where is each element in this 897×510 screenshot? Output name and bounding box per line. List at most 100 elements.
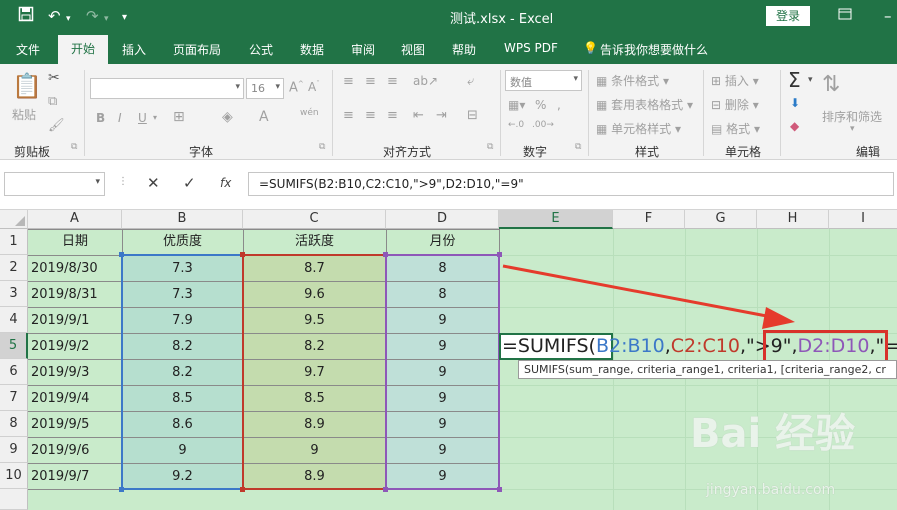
underline-dropdown-icon[interactable]: ▾	[153, 113, 157, 122]
column-header-h[interactable]: H	[757, 210, 829, 229]
cell-date[interactable]: 2019/9/4	[31, 386, 89, 411]
tab-review[interactable]: 审阅	[351, 41, 375, 58]
decrease-indent-icon[interactable]: ⇤	[413, 108, 424, 123]
tab-wps-pdf[interactable]: WPS PDF	[504, 41, 558, 55]
name-box[interactable]: ▾	[4, 172, 105, 196]
percent-icon[interactable]: %	[535, 98, 546, 112]
column-header-a[interactable]: A	[28, 210, 122, 229]
align-center-icon[interactable]: ≡	[365, 108, 376, 123]
row-header[interactable]: 3	[0, 281, 28, 307]
format-painter-icon[interactable]: 🖌	[48, 118, 65, 133]
header-date[interactable]: 日期	[28, 229, 122, 254]
enter-icon[interactable]: ✓	[183, 174, 196, 192]
tell-me-search[interactable]: 告诉我你想要做什么	[600, 41, 708, 58]
row-header-selected[interactable]: 5	[0, 333, 28, 359]
align-left-icon[interactable]: ≡	[343, 108, 354, 123]
column-header-b[interactable]: B	[122, 210, 243, 229]
cell-date[interactable]: 2019/9/6	[31, 438, 89, 463]
number-launcher-icon[interactable]: ⧉	[575, 142, 581, 152]
login-button[interactable]: 登录	[766, 6, 810, 26]
paste-icon[interactable]: 📋	[12, 72, 42, 100]
autosum-dropdown-icon[interactable]: ▾	[808, 75, 813, 85]
italic-icon[interactable]: I	[118, 111, 122, 125]
formula-input[interactable]: =SUMIFS(B2:B10,C2:C10,">9",D2:D10,"=9"	[248, 172, 894, 196]
borders-icon[interactable]: ⊞	[173, 109, 185, 125]
align-top-icon[interactable]: ≡	[343, 74, 354, 89]
row-header[interactable]: 10	[0, 463, 28, 489]
cell-styles-button[interactable]: ▦ 单元格样式 ▾	[596, 120, 681, 137]
insert-cells-button[interactable]: ⊞ 插入 ▾	[711, 72, 759, 89]
row-header[interactable]: 6	[0, 359, 28, 385]
range-handle[interactable]	[383, 252, 388, 257]
underline-icon[interactable]: U	[138, 111, 147, 125]
header-month[interactable]: 月份	[386, 229, 499, 254]
number-format-combo[interactable]: 数值 ▾	[505, 70, 582, 91]
conditional-format-button[interactable]: ▦ 条件格式 ▾	[596, 72, 669, 89]
column-header-e[interactable]: E	[499, 210, 613, 229]
undo-dropdown-icon[interactable]: ▾	[66, 9, 71, 29]
save-icon[interactable]	[18, 6, 34, 27]
align-launcher-icon[interactable]: ⧉	[487, 142, 493, 152]
range-handle[interactable]	[497, 487, 502, 492]
align-bottom-icon[interactable]: ≡	[387, 74, 398, 89]
delete-cells-button[interactable]: ⊟ 删除 ▾	[711, 96, 759, 113]
row-header[interactable]: 9	[0, 437, 28, 463]
redo-icon[interactable]: ↷	[86, 6, 99, 26]
tab-formulas[interactable]: 公式	[249, 41, 273, 58]
ribbon-display-options-icon[interactable]	[838, 6, 852, 26]
wrap-text-icon[interactable]: ⤶	[467, 74, 474, 89]
cut-icon[interactable]: ✂	[48, 70, 60, 86]
header-activity[interactable]: 活跃度	[243, 229, 386, 254]
cell-date[interactable]: 2019/9/5	[31, 412, 89, 437]
tab-page-layout[interactable]: 页面布局	[173, 41, 221, 58]
cell-date[interactable]: 2019/9/7	[31, 464, 89, 489]
tab-insert[interactable]: 插入	[122, 41, 146, 58]
font-color-icon[interactable]: A	[259, 109, 269, 125]
range-handle[interactable]	[497, 252, 502, 257]
clipboard-launcher-icon[interactable]: ⧉	[71, 142, 77, 152]
column-header-g[interactable]: G	[685, 210, 757, 229]
tab-help[interactable]: 帮助	[452, 41, 476, 58]
tab-data[interactable]: 数据	[300, 41, 324, 58]
range-handle[interactable]	[240, 252, 245, 257]
cell-date[interactable]: 2019/9/1	[31, 308, 89, 333]
insert-function-icon[interactable]: fx	[220, 176, 231, 190]
align-middle-icon[interactable]: ≡	[365, 74, 376, 89]
font-grow-icon[interactable]: A^	[289, 80, 304, 95]
paste-label[interactable]: 粘贴	[12, 106, 36, 123]
bold-icon[interactable]: B	[96, 111, 105, 125]
decrease-decimal-icon[interactable]: .00→	[532, 120, 554, 130]
tab-file[interactable]: 文件	[16, 41, 40, 58]
format-cells-button[interactable]: ▤ 格式 ▾	[711, 120, 760, 137]
fill-color-icon[interactable]: ◈	[222, 109, 233, 125]
cancel-icon[interactable]: ✕	[147, 174, 160, 192]
font-name-combo[interactable]: ▾	[90, 78, 244, 99]
font-launcher-icon[interactable]: ⧉	[319, 142, 325, 152]
range-handle[interactable]	[119, 487, 124, 492]
cell-date[interactable]: 2019/8/30	[31, 256, 98, 281]
redo-dropdown-icon[interactable]: ▾	[104, 9, 109, 29]
copy-icon[interactable]: ⧉	[48, 94, 57, 109]
row-header[interactable]: 4	[0, 307, 28, 333]
minimize-icon[interactable]: –	[884, 6, 892, 26]
row-header[interactable]: 1	[0, 229, 28, 255]
currency-icon[interactable]: ▦▾	[508, 98, 525, 112]
merge-center-icon[interactable]: ⊟	[467, 108, 478, 123]
customize-qat-icon[interactable]: ▾	[122, 8, 127, 28]
row-header[interactable]: 7	[0, 385, 28, 411]
increase-decimal-icon[interactable]: ←.0	[508, 120, 524, 130]
cell-date[interactable]: 2019/8/31	[31, 282, 98, 307]
header-quality[interactable]: 优质度	[122, 229, 243, 254]
font-size-combo[interactable]: 16 ▾	[246, 78, 284, 99]
format-as-table-button[interactable]: ▦ 套用表格格式 ▾	[596, 96, 693, 113]
clear-icon[interactable]: ◆	[790, 119, 799, 133]
cell-date[interactable]: 2019/9/3	[31, 360, 89, 385]
autosum-icon[interactable]: Σ	[788, 68, 801, 92]
range-handle[interactable]	[119, 252, 124, 257]
row-header[interactable]: 8	[0, 411, 28, 437]
sort-filter-dropdown-icon[interactable]: ▾	[850, 124, 855, 134]
name-box-dropdown-icon[interactable]: ▾	[95, 177, 100, 187]
row-header[interactable]: 2	[0, 255, 28, 281]
range-handle[interactable]	[240, 487, 245, 492]
select-all-corner[interactable]	[0, 210, 28, 229]
